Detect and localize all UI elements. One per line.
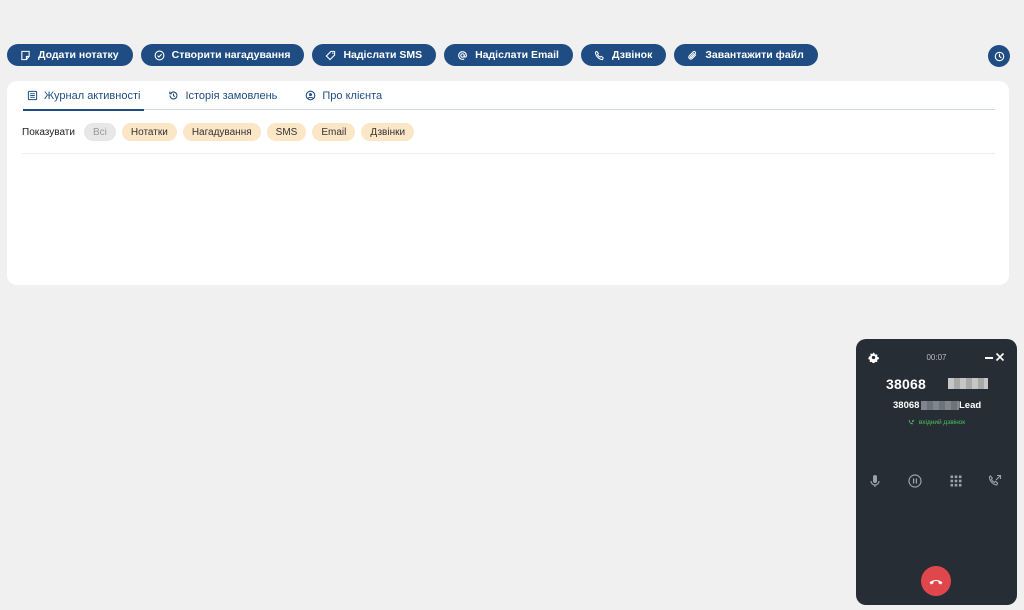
filter-chip-all[interactable]: Всі [83,123,116,141]
tab-about-client[interactable]: Про клієнта [301,81,386,110]
call-transfer-icon [988,474,1002,486]
add-note-button[interactable]: Додати нотатку [7,44,133,66]
send-sms-button[interactable]: Надіслати SMS [312,44,437,66]
tab-order-history[interactable]: Історія замовлень [164,81,281,110]
incoming-call-icon [908,419,915,425]
filter-label: Показувати [22,126,75,138]
call-button[interactable]: Дзвінок [580,44,667,66]
caller-type: Lead [959,400,982,411]
activity-card: Журнал активності Історія замовлень Про … [7,81,1009,285]
paperclip-icon [688,50,697,60]
transfer-button[interactable] [988,474,1002,488]
mute-button[interactable] [868,474,882,488]
hold-button[interactable] [908,474,922,488]
filter-chip-email[interactable]: Email [312,123,356,141]
tab-order-history-label: Історія замовлень [185,89,278,102]
create-reminder-label: Створити нагадування [171,49,291,61]
phone-hangup-icon [929,579,943,585]
send-sms-label: Надіслати SMS [343,49,423,61]
filter-chip-notes[interactable]: Нотатки [121,123,177,141]
clock-icon [994,51,1004,61]
send-email-label: Надіслати Email [475,49,559,61]
tab-activity-log[interactable]: Журнал активності [23,81,145,111]
filter-chip-reminders[interactable]: Нагадування [182,123,261,141]
minimize-icon[interactable] [985,357,993,359]
history-clock-button[interactable] [988,45,1010,67]
tab-bar: Журнал активності Історія замовлень Про … [23,81,995,111]
call-status-text: вхідний дзвінок [918,419,966,426]
filter-chip-calls[interactable]: Дзвінки [361,123,415,141]
at-icon [458,50,467,60]
divider [22,153,995,154]
softphone-widget: 00:07 38068 38068 Lead вхідний дзвінок [856,339,1017,605]
user-circle-icon [306,90,316,101]
microphone-icon [870,475,880,487]
activity-filter: Показувати Всі Нотатки Нагадування SMS E… [22,123,415,141]
action-toolbar: Додати нотатку Створити нагадування Наді… [7,44,818,68]
masked-sub-digits [921,401,959,410]
filter-chip-sms[interactable]: SMS [266,123,307,141]
masked-digits [948,378,988,389]
check-circle-icon [154,50,165,60]
create-reminder-button[interactable]: Створити нагадування [140,44,305,66]
caller-sub-number: 38068 [893,400,920,411]
keypad-button[interactable] [949,474,963,488]
tag-icon [326,50,336,60]
call-label: Дзвінок [611,49,653,61]
caller-number: 38068 [886,376,926,392]
tab-activity-log-label: Журнал активності [44,89,141,102]
note-icon [21,50,30,60]
add-note-label: Додати нотатку [38,49,119,61]
hangup-button[interactable] [921,566,951,596]
history-icon [169,91,178,100]
list-icon [27,90,38,101]
upload-file-label: Завантажити файл [705,49,804,61]
dialpad-icon [950,475,962,487]
close-icon[interactable] [995,352,1005,362]
call-status: вхідний дзвінок [856,419,1017,426]
tab-about-client-label: Про клієнта [322,89,383,102]
phone-icon [594,50,604,60]
upload-file-button[interactable]: Завантажити файл [674,44,818,66]
send-email-button[interactable]: Надіслати Email [444,44,573,66]
pause-icon [908,474,922,488]
